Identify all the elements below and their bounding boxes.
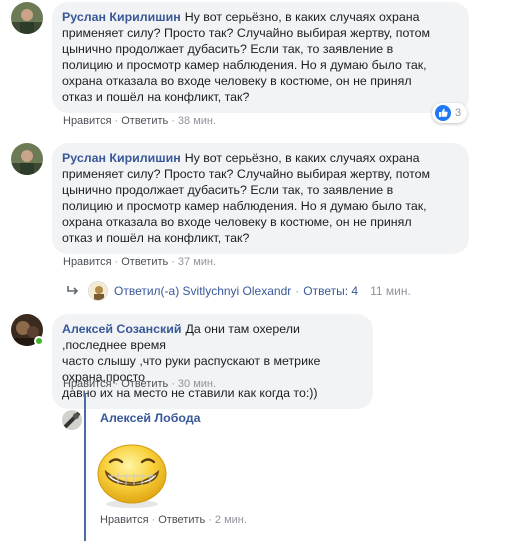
comment-author[interactable]: Руслан Кирилишин (62, 10, 181, 24)
comment-text-line: цынично продолжает дубасить? Если так, т… (62, 42, 394, 56)
avatar[interactable] (11, 2, 43, 34)
comment-actions: Нравится · Ответить · 2 мин. (100, 514, 247, 526)
comment-text-line: охрана отказала во входе человеку в кост… (62, 74, 412, 88)
like-link[interactable]: Нравится (63, 115, 112, 127)
comment-text-line: Ну вот серьёзно, в каких случаях охрана (184, 151, 420, 165)
grinning-face-sticker-icon (92, 440, 172, 510)
replies-author-text: Ответил(-а) Svitlychnyi Olexandr (114, 284, 292, 298)
avatar[interactable] (62, 410, 82, 430)
comment-text-line: полицию и просмотр камер наблюдения. Но … (62, 58, 427, 72)
replies-time: 11 мин. (370, 284, 411, 298)
comment-bubble: Руслан Кирилишин Ну вот серьёзно, в каких… (52, 143, 469, 254)
view-replies-link[interactable]: Ответил(-а) Svitlychnyi Olexandr · Ответ… (66, 280, 411, 302)
reply-link[interactable]: Ответить (121, 115, 168, 127)
like-link[interactable]: Нравится (100, 514, 149, 526)
comment-text-line: отказ и пошёл на конфликт, так? (62, 90, 250, 104)
timestamp[interactable]: 2 мин. (215, 514, 247, 526)
like-icon (435, 105, 451, 121)
comment-actions: Нравится · Ответить · 37 мин. (63, 256, 216, 268)
comment-text-line: Ну вот серьёзно, в каких случаях охрана (184, 10, 420, 24)
reply-link[interactable]: Ответить (121, 256, 168, 268)
timestamp[interactable]: 30 мин. (178, 378, 216, 390)
separator: · (114, 115, 119, 127)
comment-text-line: отказ и пошёл на конфликт, так? (62, 231, 250, 245)
separator: · (114, 256, 119, 268)
replier-avatar (88, 281, 108, 301)
comment-text-line: цынично продолжает дубасить? Если так, т… (62, 183, 394, 197)
separator: · (171, 378, 175, 390)
comment-text-line: охрана отказала во входе человеку в кост… (62, 215, 412, 229)
online-status-badge (34, 336, 44, 346)
reply-author[interactable]: Алексей Лобода (100, 411, 201, 425)
comment-text-line: полицию и просмотр камер наблюдения. Но … (62, 199, 427, 213)
timestamp[interactable]: 37 мин. (178, 256, 216, 268)
like-link[interactable]: Нравится (63, 378, 112, 390)
comment-bubble: Алексей Созанский Да они там охерели ,пос… (52, 314, 373, 409)
comment-author[interactable]: Руслан Кирилишин (62, 151, 181, 165)
separator: · (295, 284, 300, 298)
separator: · (151, 514, 156, 526)
comment-author[interactable]: Алексей Созанский (62, 322, 181, 336)
separator: · (171, 115, 175, 127)
separator: · (208, 514, 212, 526)
reaction-count-value: 3 (455, 107, 462, 119)
reply-link[interactable]: Ответить (158, 514, 205, 526)
comment-actions: Нравится · Ответить · 30 мин. (63, 378, 216, 390)
replies-count: Ответы: 4 (303, 284, 359, 298)
reply-link[interactable]: Ответить (121, 378, 168, 390)
like-link[interactable]: Нравится (63, 256, 112, 268)
comment-text-line: применяет силу? Просто так? Случайно выб… (62, 167, 431, 181)
comment-actions: Нравится · Ответить · 38 мин. (63, 115, 216, 127)
reply-thread-line (84, 393, 86, 541)
timestamp[interactable]: 38 мин. (178, 115, 216, 127)
separator: · (171, 256, 175, 268)
comment-text-line: применяет силу? Просто так? Случайно выб… (62, 26, 431, 40)
reply-arrow-icon (66, 286, 80, 296)
reaction-count[interactable]: 3 (432, 103, 468, 123)
avatar[interactable] (11, 143, 43, 175)
separator: · (114, 378, 119, 390)
comment-bubble: Руслан Кирилишин Ну вот серьёзно, в каких… (52, 2, 469, 113)
